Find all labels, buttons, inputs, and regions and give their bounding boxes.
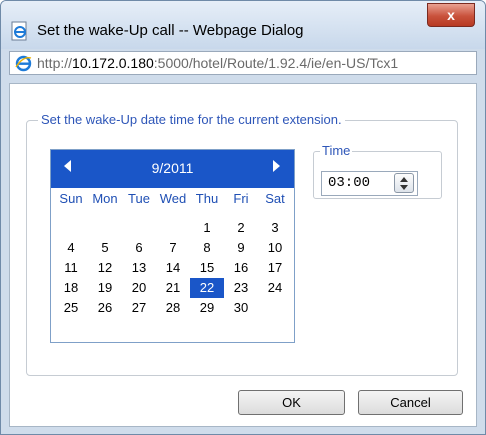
calendar-day[interactable]: 16 <box>224 258 258 278</box>
calendar-day[interactable]: 29 <box>190 298 224 318</box>
weekday-label: Sun <box>59 191 83 206</box>
title-bar: Set the wake-Up call -- Webpage Dialog x <box>1 1 485 49</box>
calendar-day[interactable]: 1 <box>190 218 224 238</box>
weekday-label: Tue <box>128 191 150 206</box>
calendar-day[interactable]: 11 <box>54 258 88 278</box>
calendar-day[interactable]: 23 <box>224 278 258 298</box>
calendar-day[interactable]: 10 <box>258 238 292 258</box>
calendar-day[interactable]: 15 <box>190 258 224 278</box>
weekday-label: Fri <box>233 191 249 206</box>
calendar-day[interactable]: 14 <box>156 258 190 278</box>
date-calendar: 9/2011 Sun Mon Tue Wed Thu Fri Sat 1 2 3 4 5 6 7 8 9 10… <box>50 149 295 343</box>
calendar-day[interactable]: 21 <box>156 278 190 298</box>
url-scheme: http:// <box>37 55 73 71</box>
calendar-day[interactable]: 6 <box>122 238 156 258</box>
address-bar: http://10.172.0.180:5000/hotel/Route/1.9… <box>9 51 477 75</box>
calendar-day[interactable]: 8 <box>190 238 224 258</box>
calendar-day[interactable]: 25 <box>54 298 88 318</box>
ie-logo-icon <box>15 55 32 72</box>
calendar-day[interactable]: 5 <box>88 238 122 258</box>
close-button[interactable]: x <box>427 3 475 27</box>
ie-page-icon <box>11 21 27 41</box>
calendar-day[interactable]: 19 <box>88 278 122 298</box>
spin-up-icon[interactable] <box>400 177 408 182</box>
calendar-day[interactable]: 13 <box>122 258 156 278</box>
calendar-header: 9/2011 <box>51 150 294 188</box>
weekday-header-row: Sun Mon Tue Wed Thu Fri Sat <box>51 191 294 211</box>
calendar-day-selected[interactable]: 22 <box>190 278 224 298</box>
url-host: 10.172.0.180 <box>72 55 154 71</box>
calendar-day[interactable]: 7 <box>156 238 190 258</box>
calendar-day[interactable]: 26 <box>88 298 122 318</box>
calendar-day[interactable]: 27 <box>122 298 156 318</box>
calendar-day[interactable]: 4 <box>54 238 88 258</box>
calendar-day[interactable]: 9 <box>224 238 258 258</box>
close-icon: x <box>447 7 455 23</box>
url-text: http://10.172.0.180:5000/hotel/Route/1.9… <box>37 55 398 71</box>
calendar-day[interactable]: 2 <box>224 218 258 238</box>
month-label: 9/2011 <box>151 160 194 176</box>
ok-button[interactable]: OK <box>238 390 345 415</box>
calendar-day[interactable]: 20 <box>122 278 156 298</box>
weekday-label: Sat <box>265 191 285 206</box>
time-legend: Time <box>320 143 353 158</box>
url-path: :5000/hotel/Route/1.92.4/ie/en-US/Tcx1 <box>153 55 399 71</box>
calendar-day[interactable]: 24 <box>258 278 292 298</box>
weekday-label: Thu <box>195 191 219 206</box>
triangle-right-icon[interactable] <box>273 160 280 172</box>
dialog-title: Set the wake-Up call -- Webpage Dialog <box>37 22 304 39</box>
calendar-day[interactable]: 18 <box>54 278 88 298</box>
spin-updown-icon[interactable] <box>394 173 414 193</box>
fieldset-legend: Set the wake-Up date time for the curren… <box>38 112 345 127</box>
calendar-day[interactable]: 17 <box>258 258 292 278</box>
calendar-day[interactable]: 3 <box>258 218 292 238</box>
spin-down-icon[interactable] <box>400 185 408 190</box>
calendar-day[interactable]: 12 <box>88 258 122 278</box>
calendar-day[interactable]: 28 <box>156 298 190 318</box>
weekday-label: Mon <box>92 191 118 206</box>
weekday-label: Wed <box>159 191 187 206</box>
calendar-day[interactable]: 30 <box>224 298 258 318</box>
cancel-button[interactable]: Cancel <box>358 390 463 415</box>
